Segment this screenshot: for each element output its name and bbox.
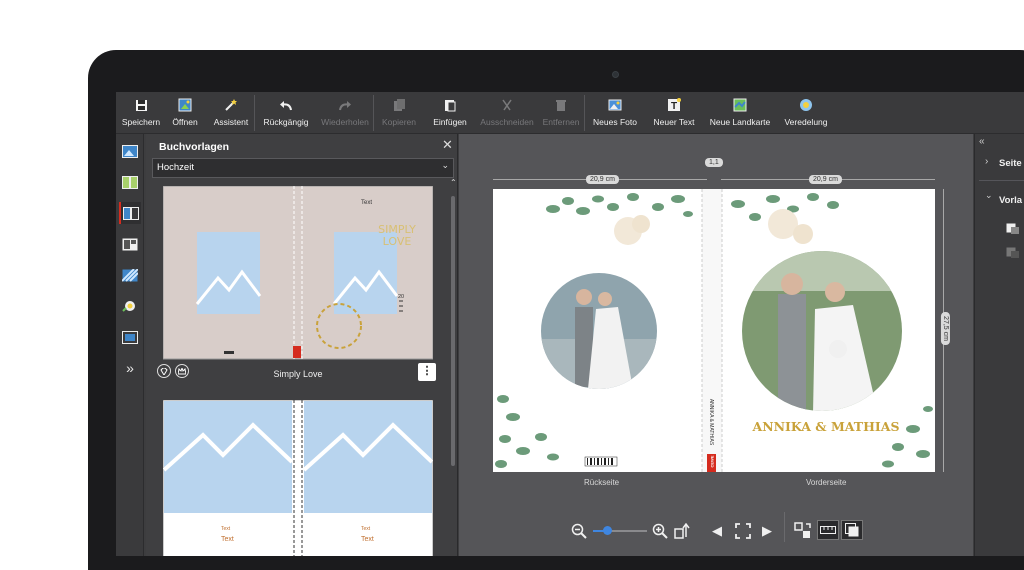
template-preview (162, 399, 434, 556)
template-title-art: SIMPLY LOVE (378, 223, 416, 248)
section-template-header[interactable]: Vorla (999, 195, 1022, 206)
template-more-button[interactable]: ⋮ (418, 363, 436, 381)
undo-button[interactable]: Rückgängig (255, 92, 317, 134)
template-scrollbar[interactable]: ⌃ (450, 178, 457, 556)
save-icon (134, 98, 148, 112)
new-text-button[interactable]: T Neuer Text (645, 92, 703, 134)
photo-icon (608, 98, 622, 112)
cut-button[interactable]: Ausschneiden (476, 92, 538, 134)
text-icon: T (667, 98, 681, 112)
assistant-button[interactable]: Assistent (208, 92, 254, 134)
category-select[interactable]: Hochzeit ⌄ (152, 158, 454, 178)
template-option-icon[interactable] (1006, 246, 1020, 264)
back-cover-label: Rückseite (584, 478, 620, 487)
cut-icon (500, 98, 514, 112)
chevron-right-icon: › (985, 156, 989, 167)
new-map-button[interactable]: Neue Landkarte (703, 92, 777, 134)
panel-title: Buchvorlagen (159, 141, 230, 153)
spine-logo: CEWE (709, 455, 715, 468)
template-card[interactable]: Text SIMPLY LOVE 20 Simply Love ⋮ (157, 186, 436, 392)
workspace: 20,9 cm 20,9 cm 1,1 27,5 cm ANNIKA & MAT… (459, 134, 973, 556)
finish-icon (799, 98, 813, 112)
chevron-down-icon: ⌄ (985, 190, 993, 200)
tool-rail: » (116, 134, 144, 556)
close-panel-button[interactable]: ✕ (442, 137, 453, 153)
paste-button[interactable]: Einfügen (424, 92, 476, 134)
template-name: Simply Love (273, 369, 323, 379)
apply-template-icon[interactable] (1006, 222, 1020, 240)
next-page-icon[interactable]: ▶ (762, 523, 772, 539)
finish-button[interactable]: Veredelung (777, 92, 835, 134)
previous-page-icon[interactable]: ◀ (712, 523, 722, 539)
chevron-down-icon: ⌄ (441, 160, 449, 170)
book-cover-spread[interactable]: ANNIKA & MATHIAS ANNIKA & MATHIAS CEWE (493, 189, 935, 472)
delete-button[interactable]: Entfernen (538, 92, 584, 134)
template-text-placeholder: Text (361, 200, 373, 206)
divider (979, 180, 1024, 181)
layouts-icon[interactable] (119, 171, 141, 193)
new-photo-button[interactable]: Neues Foto (585, 92, 645, 134)
app-window: Speichern Öffnen Assistent Rückgängig Wi… (116, 92, 1024, 556)
template-caption-2: Text (361, 536, 374, 543)
templates-panel: Buchvorlagen ✕ Hochzeit ⌄ Text SIMPLY LO… (146, 134, 458, 556)
redo-button[interactable]: Wiederholen (317, 92, 373, 134)
fullscreen-icon[interactable] (735, 523, 751, 544)
open-button[interactable]: Öffnen (162, 92, 208, 134)
book-templates-icon[interactable] (119, 202, 141, 224)
template-caption: Text (221, 526, 231, 532)
category-value: Hochzeit (157, 162, 194, 173)
template-caption: Text (361, 526, 371, 532)
width-left-label: 20,9 cm (586, 175, 619, 184)
spine-width-label: 1,1 (705, 158, 723, 167)
paste-icon (443, 98, 457, 112)
trash-icon (554, 98, 568, 112)
copy-icon (392, 98, 406, 112)
cliparts-icon[interactable] (119, 295, 141, 317)
zoom-in-icon[interactable] (652, 523, 668, 544)
frames-icon[interactable] (119, 326, 141, 348)
template-preview (162, 186, 434, 360)
ruler-icon (820, 526, 836, 534)
save-button[interactable]: Speichern (120, 92, 162, 134)
zoom-slider-handle[interactable] (603, 526, 612, 535)
expand-rail-icon[interactable]: » (119, 357, 141, 379)
front-cover-label: Vorderseite (806, 478, 847, 487)
height-label: 27,5 cm (940, 312, 950, 345)
ruler-toggle[interactable] (817, 520, 839, 540)
page-layouts-icon[interactable] (119, 233, 141, 255)
section-page-header[interactable]: Seite (999, 158, 1022, 169)
template-caption-2: Text (221, 536, 234, 543)
page-view-toggle[interactable] (841, 520, 863, 540)
width-right-label: 20,9 cm (809, 175, 842, 184)
photos-icon[interactable] (119, 140, 141, 162)
backgrounds-icon[interactable] (119, 264, 141, 286)
scrollbar-thumb[interactable] (451, 196, 455, 466)
collapse-panel-icon[interactable]: « (979, 136, 985, 147)
copy-button[interactable]: Kopieren (374, 92, 424, 134)
map-icon (733, 98, 747, 112)
redo-icon (338, 98, 352, 112)
open-icon (178, 98, 192, 112)
swap-pages-icon[interactable] (794, 522, 812, 545)
controls-separator (784, 512, 785, 542)
template-page-number: 20 (398, 294, 405, 300)
zoom-out-icon[interactable] (571, 523, 587, 544)
template-card[interactable]: Text Text Text Text (162, 399, 434, 556)
webcam (612, 71, 619, 78)
wand-icon (224, 98, 238, 112)
toolbar: Speichern Öffnen Assistent Rückgängig Wi… (116, 92, 1024, 134)
fit-width-icon[interactable] (674, 522, 692, 544)
template-list: Text SIMPLY LOVE 20 Simply Love ⋮ Text T… (152, 186, 454, 556)
undo-icon (279, 98, 293, 112)
properties-panel: « › Seite ⌄ Vorla (974, 134, 1024, 556)
layers-icon (845, 523, 859, 537)
cover-title: ANNIKA & MATHIAS (752, 419, 900, 434)
scroll-up-icon[interactable]: ⌃ (450, 178, 457, 187)
svg-text:T: T (671, 101, 677, 112)
